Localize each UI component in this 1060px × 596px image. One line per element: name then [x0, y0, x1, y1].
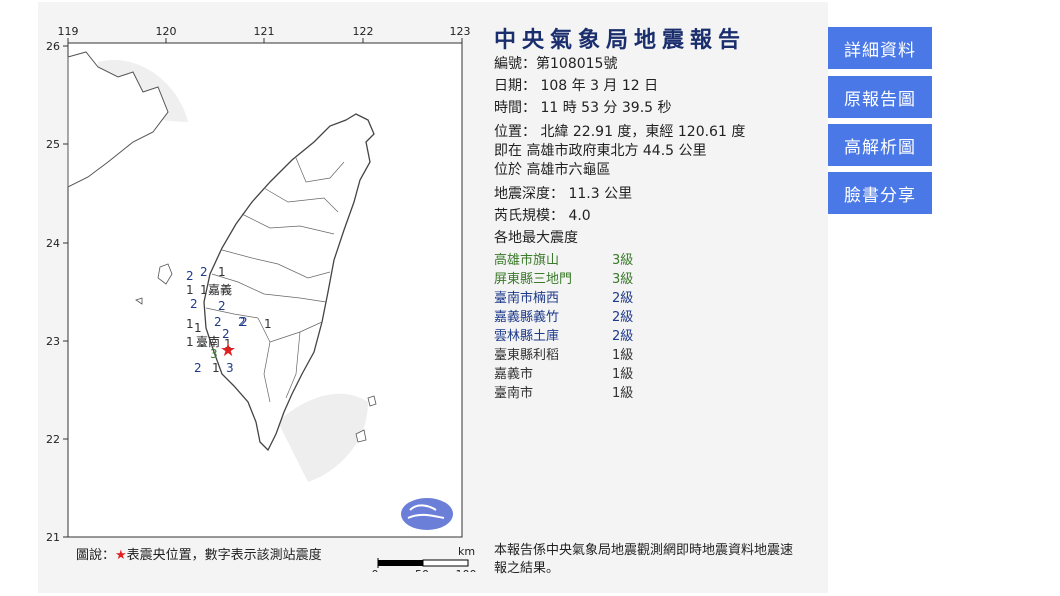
- station-value: 1: [186, 283, 194, 297]
- lat-tick-label: 25: [46, 138, 60, 151]
- station-value: 1: [186, 317, 194, 331]
- station-value: 2: [186, 269, 194, 283]
- intensity-row: 嘉義市 1級: [494, 367, 634, 382]
- intensity-row: 雲林縣土庫 2級: [494, 329, 634, 344]
- report-time: 時間： 11 時 53 分 39.5 秒: [494, 100, 672, 116]
- lat-tick-label: 23: [46, 335, 60, 348]
- intensity-row: 屏東縣三地門 3級: [494, 272, 634, 287]
- high-resolution-image-button[interactable]: 高解析圖: [828, 124, 932, 166]
- intensity-row: 臺南市 1級: [494, 386, 634, 401]
- legend-prefix: 圖說：: [76, 548, 116, 563]
- scale-tick: 50: [415, 568, 429, 572]
- station-value: 3: [210, 347, 218, 361]
- intensity-row: 嘉義縣義竹 2級: [494, 310, 634, 325]
- report-relative-location: 即在 高雄市政府東北方 44.5 公里: [494, 143, 707, 159]
- station-value: 1: [200, 283, 208, 297]
- station-value: 1: [194, 321, 202, 335]
- intensity-row: 臺南市楠西 2級: [494, 291, 634, 306]
- lat-tick-label: 24: [46, 237, 60, 250]
- detail-info-button[interactable]: 詳細資料: [828, 27, 932, 69]
- report-number: 編號：第108015號: [494, 56, 618, 72]
- report-magnitude: 芮氏規模： 4.0: [494, 208, 591, 224]
- station-value: 2: [238, 315, 246, 329]
- report-position: 位置： 北緯 22.91 度，東經 120.61 度: [494, 124, 746, 140]
- station-value: 2: [214, 315, 222, 329]
- station-value: 1: [186, 335, 194, 349]
- original-report-image-button[interactable]: 原報告圖: [828, 76, 932, 118]
- report-located-in: 位於 高雄市六龜區: [494, 162, 611, 178]
- station-value: 3: [226, 361, 234, 375]
- station-value: 2: [194, 361, 202, 375]
- scale-bar: km 0 50 100: [372, 545, 477, 572]
- scale-tick: 100: [456, 568, 477, 572]
- legend-star-icon: ★: [115, 548, 127, 563]
- map-legend: 圖說：★表震央位置，數字表示該測站震度: [76, 544, 322, 563]
- station-value: 1: [212, 361, 220, 375]
- station-value: 1: [264, 317, 272, 331]
- lon-tick-label: 119: [58, 25, 79, 38]
- report-note: 本報告係中央氣象局地震觀測網即時地震資料地震速報之結果。: [494, 543, 794, 576]
- station-value: 2: [190, 297, 198, 311]
- earthquake-report: 119 120 121 122 123 26 25 24 23 22 21 嘉義…: [38, 2, 828, 593]
- report-title: 中央氣象局地震報告: [494, 27, 747, 53]
- report-depth: 地震深度： 11.3 公里: [494, 186, 633, 202]
- report-date: 日期： 108 年 3 月 12 日: [494, 78, 659, 94]
- intensity-header: 各地最大震度: [494, 230, 578, 246]
- station-value: 1: [218, 265, 226, 279]
- lat-tick-label: 22: [46, 433, 60, 446]
- station-value: 2: [218, 299, 226, 313]
- scale-tick: 0: [372, 568, 379, 572]
- station-value: 2: [200, 265, 208, 279]
- lon-tick-label: 122: [353, 25, 374, 38]
- epicenter-map: 119 120 121 122 123 26 25 24 23 22 21 嘉義…: [46, 25, 477, 572]
- cwb-logo: [401, 498, 453, 530]
- lon-tick-label: 123: [450, 25, 471, 38]
- intensity-row: 高雄市旗山 3級: [494, 253, 634, 268]
- intensity-row: 臺東縣利稻 1級: [494, 348, 634, 363]
- lon-tick-label: 120: [156, 25, 177, 38]
- city-label-chiayi: 嘉義: [208, 282, 232, 297]
- lat-tick-label: 26: [46, 40, 60, 53]
- lon-tick-label: 121: [254, 25, 275, 38]
- facebook-share-button[interactable]: 臉書分享: [828, 172, 932, 214]
- epicenter-star: ★: [220, 340, 236, 361]
- scale-unit: km: [458, 545, 475, 558]
- legend-text: 表震央位置，數字表示該測站震度: [126, 548, 322, 563]
- lat-tick-label: 21: [46, 531, 60, 544]
